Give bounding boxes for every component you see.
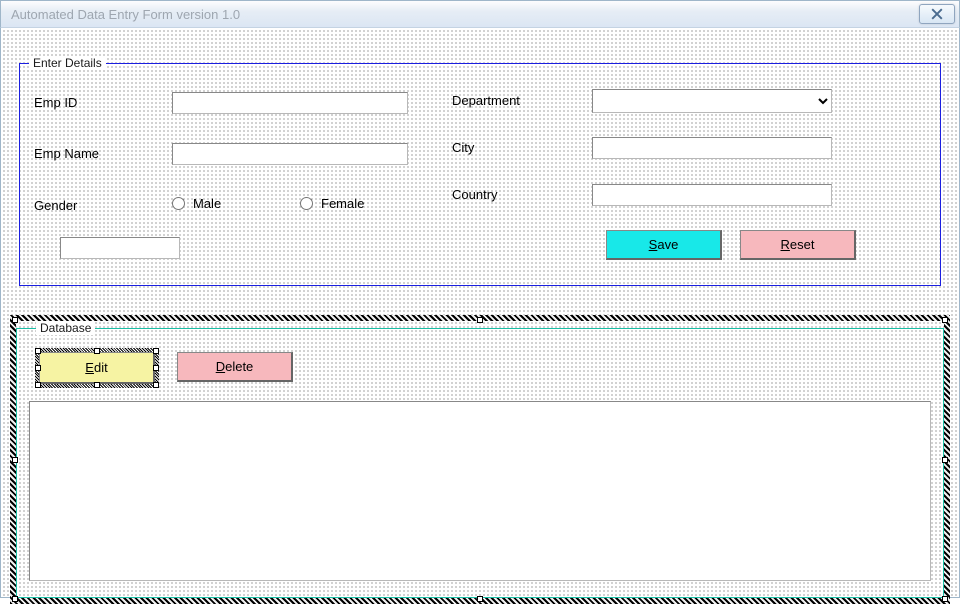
gender-male-label: Male bbox=[193, 196, 221, 211]
city-input[interactable] bbox=[592, 137, 832, 159]
gender-female-option[interactable]: Female bbox=[300, 196, 364, 211]
gender-male-radio[interactable] bbox=[172, 197, 185, 210]
close-icon bbox=[931, 8, 943, 20]
database-legend: Database bbox=[36, 321, 95, 335]
emp-id-input[interactable] bbox=[172, 92, 408, 114]
edit-button-selection[interactable]: Edit bbox=[35, 348, 159, 388]
delete-button[interactable]: Delete bbox=[177, 352, 293, 382]
gender-male-option[interactable]: Male bbox=[172, 196, 221, 211]
gender-female-label: Female bbox=[321, 196, 364, 211]
unlabeled-input[interactable] bbox=[60, 237, 180, 259]
gender-label: Gender bbox=[34, 198, 77, 213]
database-listbox[interactable] bbox=[29, 401, 931, 581]
save-button[interactable]: Save bbox=[606, 230, 722, 260]
country-input[interactable] bbox=[592, 184, 832, 206]
enter-details-legend: Enter Details bbox=[29, 56, 106, 70]
reset-button[interactable]: Reset bbox=[740, 230, 856, 260]
emp-name-input[interactable] bbox=[172, 143, 408, 165]
emp-id-label: Emp ID bbox=[34, 95, 77, 110]
department-label: Department bbox=[452, 93, 520, 108]
window-title: Automated Data Entry Form version 1.0 bbox=[11, 7, 919, 22]
emp-name-label: Emp Name bbox=[34, 146, 99, 161]
department-select[interactable] bbox=[592, 89, 832, 113]
edit-button[interactable]: Edit bbox=[39, 352, 155, 384]
country-label: Country bbox=[452, 187, 498, 202]
window: Automated Data Entry Form version 1.0 En… bbox=[0, 0, 960, 598]
enter-details-group: Enter Details Emp ID Emp Name Gender Mal… bbox=[19, 56, 941, 286]
database-group: Database Edit Delete bbox=[16, 321, 944, 598]
gender-female-radio[interactable] bbox=[300, 197, 313, 210]
title-bar: Automated Data Entry Form version 1.0 bbox=[0, 0, 960, 28]
database-group-selection[interactable]: Database Edit Delete bbox=[10, 315, 950, 604]
city-label: City bbox=[452, 140, 474, 155]
close-button[interactable] bbox=[919, 4, 955, 24]
form-canvas: Enter Details Emp ID Emp Name Gender Mal… bbox=[0, 28, 960, 598]
